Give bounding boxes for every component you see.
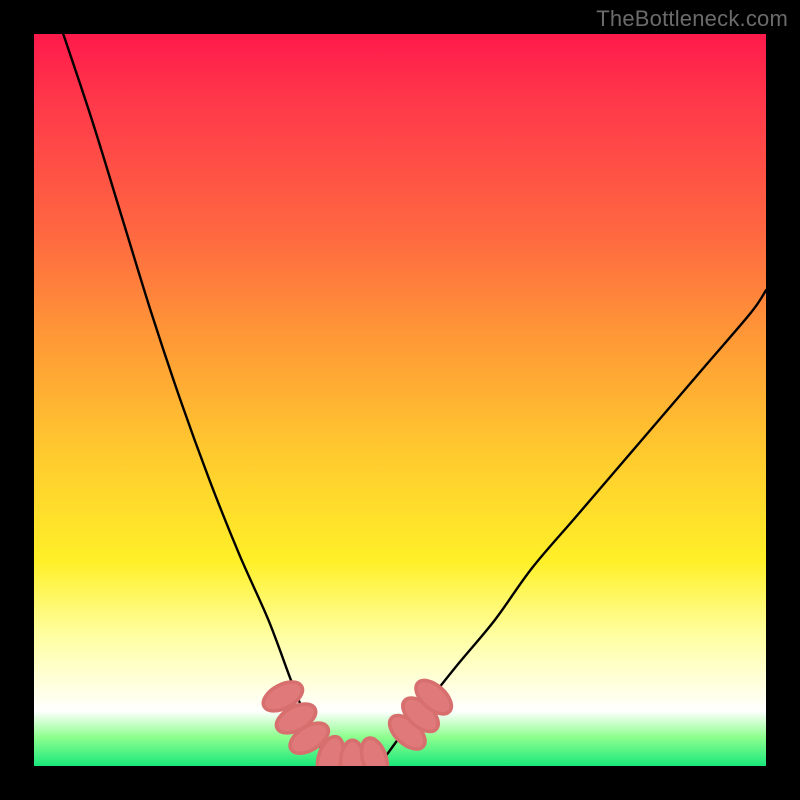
- plot-area: [34, 34, 766, 766]
- attribution-label: TheBottleneck.com: [596, 6, 788, 32]
- bottleneck-curve-svg: [34, 34, 766, 766]
- chart-frame: TheBottleneck.com: [0, 0, 800, 800]
- highlight-marker: [357, 735, 392, 766]
- highlight-markers: [259, 674, 458, 766]
- bottleneck-curve: [63, 34, 766, 766]
